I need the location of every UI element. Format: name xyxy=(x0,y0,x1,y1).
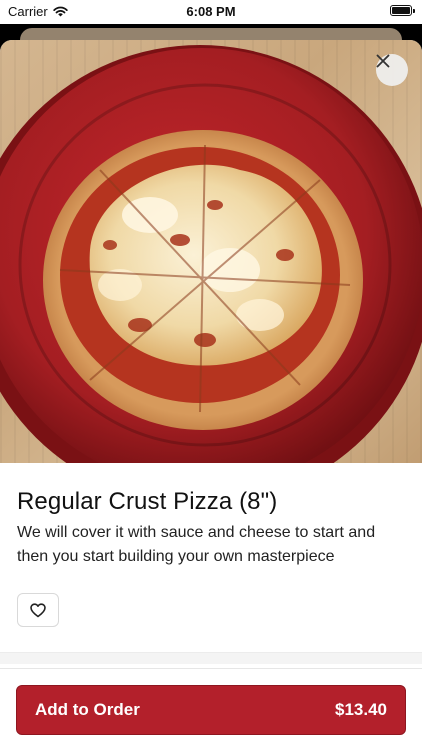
item-image xyxy=(0,40,422,463)
order-price: $13.40 xyxy=(335,700,387,719)
close-button[interactable] xyxy=(376,54,408,86)
cheese-highlight xyxy=(200,248,260,292)
item-description: We will cover it with sauce and cheese t… xyxy=(17,524,376,565)
status-bar: Carrier 6:08 PM xyxy=(0,0,422,24)
add-to-order-label: Add to Order xyxy=(35,700,140,719)
cheese-highlight xyxy=(236,299,284,331)
bottom-action-bar: Add to Order $13.40 xyxy=(0,668,422,750)
pizza-illustration xyxy=(0,45,422,463)
close-icon xyxy=(376,54,390,68)
section-divider xyxy=(0,652,422,664)
battery-fill xyxy=(392,7,410,14)
battery-icon xyxy=(390,5,415,16)
item-title: Regular Crust Pizza (8") xyxy=(17,488,278,515)
item-detail-sheet: Regular Crust Pizza (8") We will cover i… xyxy=(0,40,422,750)
favorite-button[interactable] xyxy=(17,593,59,627)
heart-outline-icon xyxy=(30,602,46,617)
add-to-order-button[interactable]: Add to Order $13.40 xyxy=(16,685,406,735)
status-time: 6:08 PM xyxy=(186,4,236,19)
